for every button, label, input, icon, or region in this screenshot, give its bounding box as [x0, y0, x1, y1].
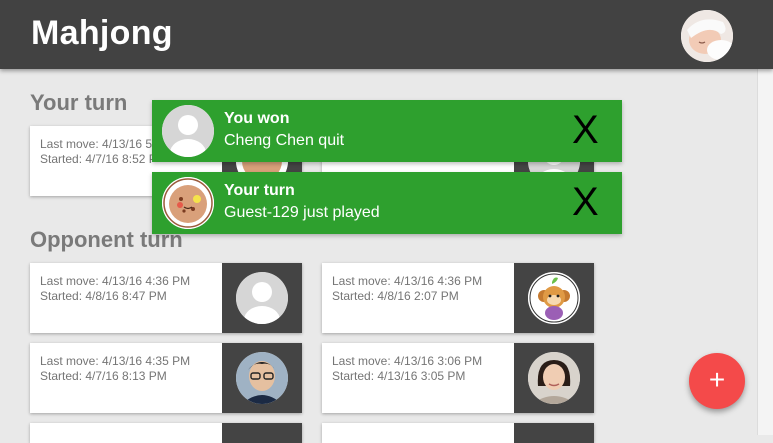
opponent-avatar-frame — [514, 423, 594, 443]
last-move-text: Last move: 4/13/16 5 — [40, 137, 153, 151]
app-bar: Mahjong — [0, 0, 773, 69]
woman-photo-icon — [528, 352, 580, 404]
your-turn-heading: Your turn — [30, 90, 128, 115]
last-move-text: Last move: 4/13/16 4:36 PM — [332, 274, 483, 288]
opponent-avatar-frame — [514, 263, 594, 333]
started-text: Started: 4/13/16 3:05 PM — [332, 369, 466, 383]
new-game-button[interactable]: + — [689, 353, 745, 409]
default-person-icon — [162, 105, 214, 157]
started-text: Started: 4/8/16 8:47 PM — [40, 289, 167, 303]
cookie-avatar-icon — [162, 177, 214, 229]
started-text: Started: 4/7/16 8:13 PM — [40, 369, 167, 383]
close-notification-button[interactable]: X — [572, 180, 599, 224]
opponent-avatar-frame — [222, 343, 302, 413]
started-text: Started: 4/8/16 2:07 PM — [332, 289, 459, 303]
game-card[interactable] — [30, 423, 302, 443]
baby-photo-icon — [681, 10, 733, 62]
close-notification-button[interactable]: X — [572, 108, 599, 152]
game-card[interactable]: Last move: 4/13/16 3:06 PM Started: 4/13… — [322, 343, 594, 413]
started-text: Started: 4/7/16 8:52 P — [40, 152, 157, 166]
game-card[interactable]: Last move: 4/13/16 4:35 PM Started: 4/7/… — [30, 343, 302, 413]
scrollbar[interactable] — [757, 69, 773, 435]
man-with-glasses-photo-icon — [236, 352, 288, 404]
monkey-avatar-icon — [528, 272, 580, 324]
game-card[interactable] — [322, 423, 594, 443]
notification-title: Your turn — [224, 182, 295, 199]
default-person-icon — [236, 272, 288, 324]
opponent-avatar-frame — [222, 263, 302, 333]
last-move-text: Last move: 4/13/16 4:35 PM — [40, 354, 191, 368]
notification-title: You won — [224, 110, 290, 127]
game-card[interactable]: Last move: 4/13/16 4:36 PM Started: 4/8/… — [322, 263, 594, 333]
notification-you-won[interactable]: You won Cheng Chen quit X — [152, 100, 622, 162]
last-move-text: Last move: 4/13/16 3:06 PM — [332, 354, 483, 368]
game-card[interactable]: Last move: 4/13/16 4:36 PM Started: 4/8/… — [30, 263, 302, 333]
app-title: Mahjong — [31, 14, 173, 52]
notification-message: Cheng Chen quit — [224, 132, 345, 149]
notification-message: Guest-129 just played — [224, 204, 380, 221]
user-avatar[interactable] — [681, 10, 733, 62]
notification-your-turn[interactable]: Your turn Guest-129 just played X — [152, 172, 622, 234]
opponent-avatar-frame — [514, 343, 594, 413]
opponent-avatar-frame — [222, 423, 302, 443]
last-move-text: Last move: 4/13/16 4:36 PM — [40, 274, 191, 288]
